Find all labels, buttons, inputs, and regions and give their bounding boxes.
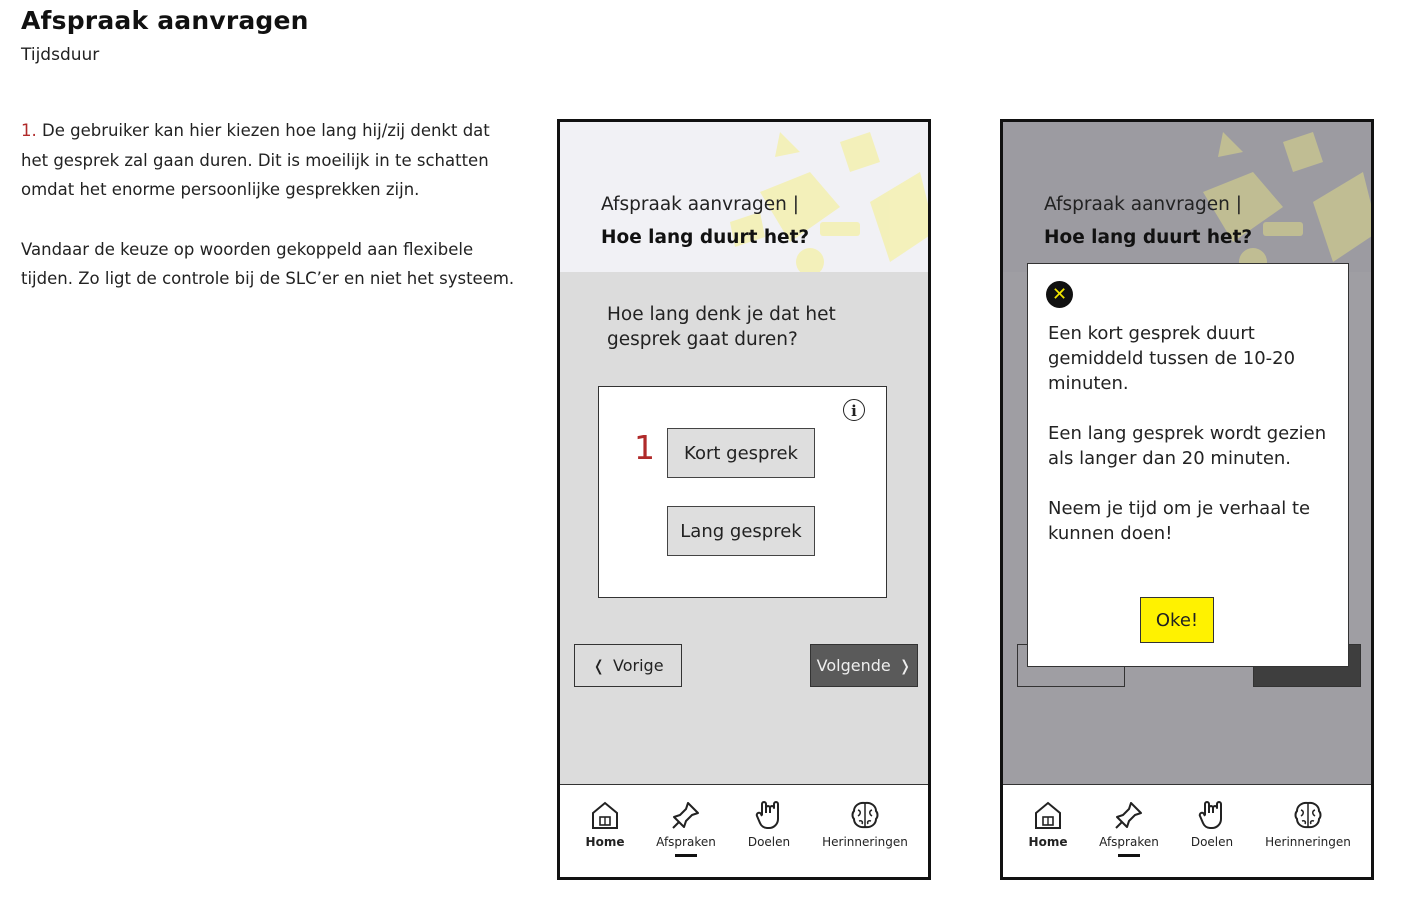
dialog-body: Een kort gesprek duurt gemiddeld tussen … <box>1048 321 1338 571</box>
info-icon[interactable]: i <box>843 399 865 421</box>
active-tab-indicator <box>675 854 697 857</box>
pushpin-icon <box>672 802 699 829</box>
dialog-paragraph-encourage: Neem je tijd om je verhaal te kunnen doe… <box>1048 498 1311 544</box>
brain-icon <box>1294 801 1322 829</box>
nav-label-doelen: Doelen <box>1190 835 1234 849</box>
ok-button[interactable]: Oke! <box>1140 597 1214 643</box>
description-paragraph-1: 1. De gebruiker kan hier kiezen hoe lang… <box>21 116 521 205</box>
dialog-paragraph-short: Een kort gesprek duurt gemiddeld tussen … <box>1048 323 1296 394</box>
previous-button[interactable]: ❬ Vorige <box>574 644 682 687</box>
duration-question: Hoe lang denk je dat het gesprek gaat du… <box>607 304 836 350</box>
house-icon <box>1035 801 1061 829</box>
nav-label-afspraken: Afspraken <box>656 835 716 849</box>
hand-icon <box>1198 801 1222 829</box>
brain-icon <box>851 801 879 829</box>
page-title: Afspraak aanvragen <box>21 6 309 35</box>
note-text-1: De gebruiker kan hier kiezen hoe lang hi… <box>21 121 490 199</box>
bottom-navigation: Home Afspraken Doelen Herinneringen <box>560 784 928 877</box>
pushpin-icon <box>1115 802 1142 829</box>
nav-label-doelen: Doelen <box>747 835 791 849</box>
chevron-left-icon: ❬ <box>592 656 606 675</box>
active-tab-indicator <box>1118 854 1140 857</box>
short-conversation-button[interactable]: Kort gesprek <box>667 428 815 478</box>
screen-header-area-dimmed: Afspraak aanvragen | Hoe lang duurt het? <box>1003 122 1371 272</box>
long-conversation-button[interactable]: Lang gesprek <box>667 506 815 556</box>
house-icon <box>592 801 618 829</box>
bottom-navigation: Home Afspraken Doelen Herinneringen <box>1003 784 1371 877</box>
duration-info-dialog: ✕ Een kort gesprek duurt gemiddeld tusse… <box>1027 263 1349 667</box>
screen-header-area: Afspraak aanvragen | Hoe lang duurt het? <box>560 122 928 272</box>
previous-button-label: Vorige <box>613 656 664 675</box>
nav-item-doelen[interactable]: Doelen <box>744 799 794 849</box>
nav-label-afspraken: Afspraken <box>1099 835 1159 849</box>
note-number: 1. <box>21 121 37 140</box>
nav-label-herinneringen: Herinneringen <box>1265 835 1351 849</box>
nav-label-home: Home <box>1028 835 1068 849</box>
page-subtitle: Tijdsduur <box>21 45 100 65</box>
phone-mockup-duration-choice: Afspraak aanvragen | Hoe lang duurt het?… <box>557 119 931 880</box>
nav-label-home: Home <box>585 835 625 849</box>
next-button[interactable]: Volgende ❭ <box>810 644 918 687</box>
nav-item-herinneringen[interactable]: Herinneringen <box>820 799 910 849</box>
nav-item-afspraken[interactable]: Afspraken <box>1097 799 1161 857</box>
nav-item-home[interactable]: Home <box>1027 799 1069 849</box>
nav-item-doelen[interactable]: Doelen <box>1187 799 1237 849</box>
nav-item-home[interactable]: Home <box>584 799 626 849</box>
screen-header-title: Afspraak aanvragen | <box>601 194 800 215</box>
screen-header-step: Hoe lang duurt het? <box>601 227 810 248</box>
next-button-label: Volgende <box>816 656 891 675</box>
nav-item-herinneringen[interactable]: Herinneringen <box>1263 799 1353 849</box>
screen-header-title: Afspraak aanvragen | <box>1044 194 1243 215</box>
annotation-marker: 1 <box>634 428 655 467</box>
description-paragraph-2: Vandaar de keuze op woorden gekoppeld aa… <box>21 239 515 289</box>
description: 1. De gebruiker kan hier kiezen hoe lang… <box>21 116 521 324</box>
nav-label-herinneringen: Herinneringen <box>822 835 908 849</box>
nav-item-afspraken[interactable]: Afspraken <box>654 799 718 857</box>
close-icon[interactable]: ✕ <box>1046 281 1073 308</box>
screen-header-step: Hoe lang duurt het? <box>1044 227 1253 248</box>
phone-mockup-info-popup: Afspraak aanvragen | Hoe lang duurt het?… <box>1000 119 1374 880</box>
duration-choice-panel <box>598 386 887 598</box>
dialog-paragraph-long: Een lang gesprek wordt gezien als langer… <box>1048 423 1327 469</box>
hand-icon <box>755 801 779 829</box>
chevron-right-icon: ❭ <box>898 656 912 675</box>
